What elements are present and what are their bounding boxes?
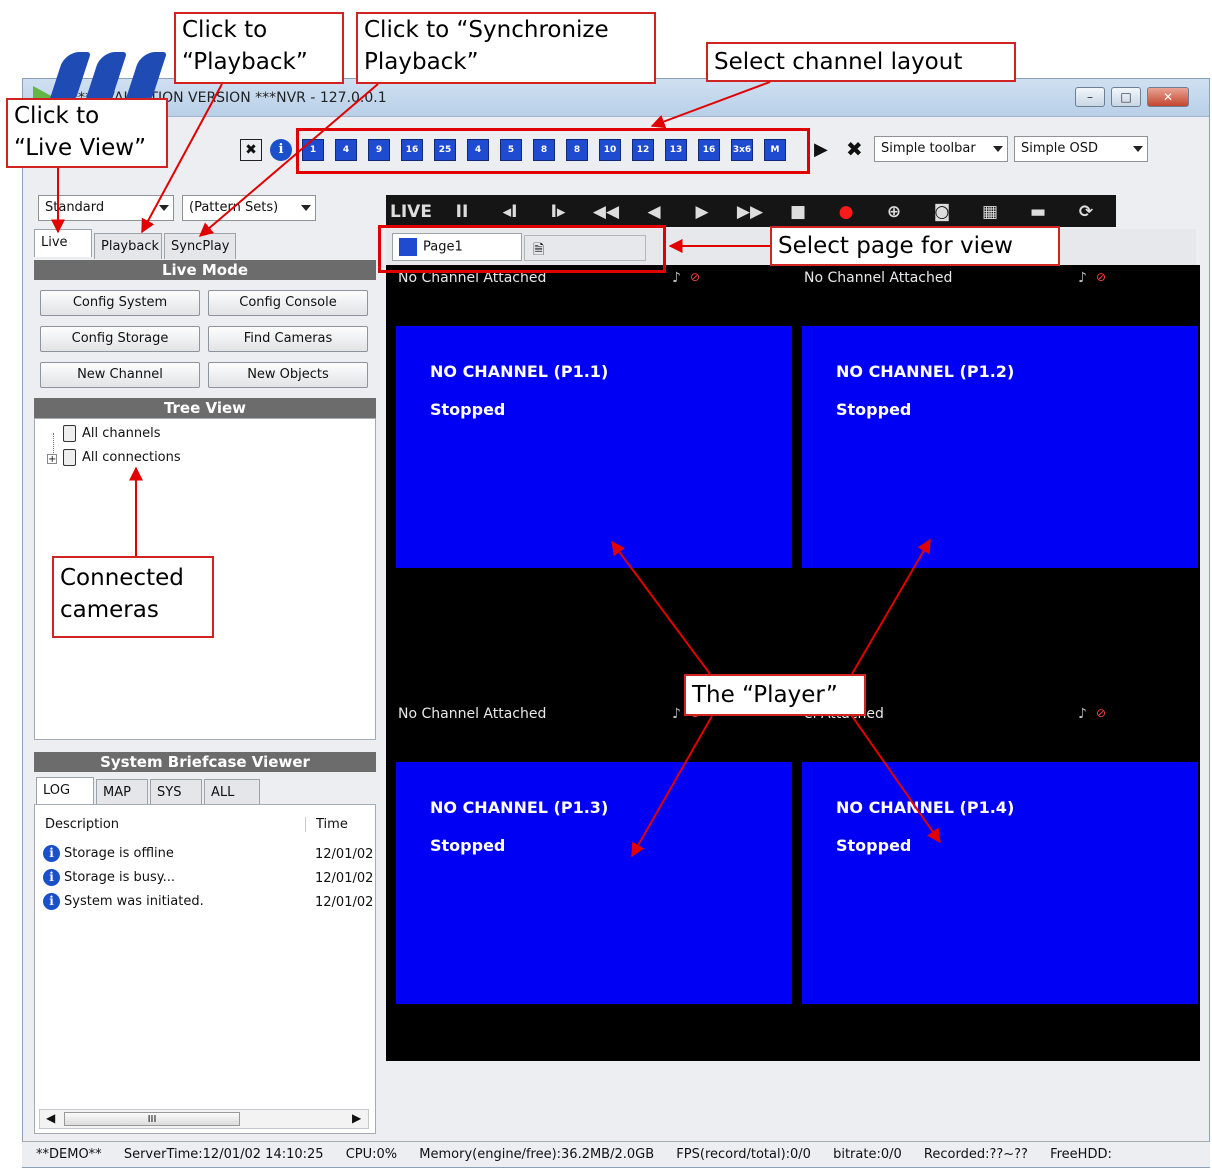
arrow-player-3 bbox=[631, 715, 713, 858]
arrow-sync-playback bbox=[198, 83, 379, 237]
arrow-player-4 bbox=[851, 715, 941, 844]
arrow-player-1 bbox=[611, 540, 711, 675]
arrow-channel-layout bbox=[650, 81, 771, 129]
arrow-playback bbox=[141, 83, 223, 234]
annotation-arrows bbox=[51, 81, 941, 858]
arrow-player-2 bbox=[851, 538, 931, 675]
